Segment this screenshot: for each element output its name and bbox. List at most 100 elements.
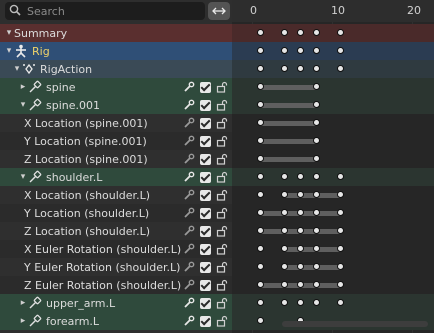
channel-row-chan[interactable]: Y Location (shoulder.L) [0, 204, 232, 222]
keyframe-point[interactable] [257, 209, 264, 216]
keyframe-point[interactable] [297, 65, 304, 72]
channel-row-summary[interactable]: ▾ Summary [0, 24, 232, 42]
keyframe-point[interactable] [257, 137, 264, 144]
keyframe-point[interactable] [313, 155, 320, 162]
lock-icon[interactable] [216, 225, 228, 237]
modifier-wrench-icon[interactable] [183, 153, 195, 165]
keyframe-point[interactable] [337, 263, 344, 270]
lock-icon[interactable] [216, 243, 228, 255]
channel-row-group[interactable]: ▸ forearm.L [0, 312, 232, 330]
channel-row-chan[interactable]: X Location (shoulder.L) [0, 186, 232, 204]
keyframe-point[interactable] [297, 299, 304, 306]
keyframe-point[interactable] [281, 299, 288, 306]
mute-checkbox[interactable] [200, 189, 211, 201]
keyframe-row[interactable] [232, 258, 434, 276]
expand-toggle-icon[interactable]: ▾ [12, 64, 22, 74]
keyframe-point[interactable] [281, 173, 288, 180]
hold-bar[interactable] [284, 247, 340, 252]
keyframe-point[interactable] [313, 47, 320, 54]
keyframe-point[interactable] [337, 47, 344, 54]
keyframe-point[interactable] [297, 173, 304, 180]
channel-row-chan[interactable]: Z Euler Rotation (shoulder.L) [0, 276, 232, 294]
channel-row-chan[interactable]: Z Location (spine.001) [0, 150, 232, 168]
keyframe-point[interactable] [257, 47, 264, 54]
search-box[interactable] [5, 2, 205, 20]
channel-row-action[interactable]: ▾ RigAction [0, 60, 232, 78]
keyframe-point[interactable] [281, 263, 288, 270]
keyframe-point[interactable] [257, 119, 264, 126]
keyframe-point[interactable] [313, 209, 320, 216]
mute-checkbox[interactable] [200, 243, 211, 255]
expand-toggle-icon[interactable]: ▾ [4, 46, 14, 56]
mute-checkbox[interactable] [200, 315, 211, 327]
modifier-wrench-icon[interactable] [183, 135, 195, 147]
lock-icon[interactable] [216, 279, 228, 291]
keyframe-point[interactable] [281, 245, 288, 252]
channel-row-group[interactable]: ▾ spine.001 [0, 96, 232, 114]
keyframe-row[interactable] [232, 294, 434, 312]
keyframe-point[interactable] [297, 47, 304, 54]
keyframe-point[interactable] [281, 227, 288, 234]
hold-bar[interactable] [260, 157, 316, 162]
keyframe-point[interactable] [313, 227, 320, 234]
expand-toggle-icon[interactable]: ▾ [18, 100, 28, 110]
mute-checkbox[interactable] [200, 171, 211, 183]
modifier-wrench-icon[interactable] [183, 261, 195, 273]
keyframe-point[interactable] [257, 155, 264, 162]
hold-bar[interactable] [260, 121, 316, 126]
keyframe-point[interactable] [297, 281, 304, 288]
channel-row-chan[interactable]: Z Location (shoulder.L) [0, 222, 232, 240]
modifier-wrench-icon[interactable] [183, 243, 195, 255]
keyframe-point[interactable] [297, 263, 304, 270]
lock-icon[interactable] [216, 99, 228, 111]
keyframe-point[interactable] [281, 209, 288, 216]
keyframe-point[interactable] [281, 191, 288, 198]
keyframe-point[interactable] [337, 227, 344, 234]
keyframe-point[interactable] [257, 29, 264, 36]
hold-bar[interactable] [260, 103, 316, 108]
keyframe-point[interactable] [257, 101, 264, 108]
lock-icon[interactable] [216, 189, 228, 201]
modifier-wrench-icon[interactable] [183, 297, 195, 309]
mute-checkbox[interactable] [200, 99, 211, 111]
horizontal-scrollbar[interactable] [282, 321, 428, 327]
modifier-wrench-icon[interactable] [183, 171, 195, 183]
keyframe-point[interactable] [313, 245, 320, 252]
mute-checkbox[interactable] [200, 117, 211, 129]
keyframe-row[interactable] [232, 276, 434, 294]
keyframe-point[interactable] [313, 173, 320, 180]
lock-icon[interactable] [216, 261, 228, 273]
channel-row-chan[interactable]: Y Euler Rotation (shoulder.L) [0, 258, 232, 276]
keyframe-point[interactable] [337, 173, 344, 180]
keyframe-point[interactable] [281, 65, 288, 72]
keyframe-point[interactable] [257, 299, 264, 306]
keyframe-row[interactable] [232, 204, 434, 222]
keyframe-point[interactable] [257, 65, 264, 72]
mute-checkbox[interactable] [200, 81, 211, 93]
channel-row-group[interactable]: ▸ upper_arm.L [0, 294, 232, 312]
keyframe-row[interactable] [232, 114, 434, 132]
keyframe-point[interactable] [337, 245, 344, 252]
modifier-wrench-icon[interactable] [183, 189, 195, 201]
expand-toggle-icon[interactable]: ▸ [18, 298, 28, 308]
keyframe-point[interactable] [313, 65, 320, 72]
keyframe-point[interactable] [281, 281, 288, 288]
frame-ruler[interactable]: 0 10 20 [232, 0, 434, 22]
modifier-wrench-icon[interactable] [183, 315, 195, 327]
keyframe-point[interactable] [257, 173, 264, 180]
modifier-wrench-icon[interactable] [183, 279, 195, 291]
keyframe-row[interactable] [232, 186, 434, 204]
keyframe-point[interactable] [297, 227, 304, 234]
keyframe-row[interactable] [232, 24, 434, 42]
mute-checkbox[interactable] [200, 279, 211, 291]
keyframe-point[interactable] [337, 281, 344, 288]
modifier-wrench-icon[interactable] [183, 207, 195, 219]
keyframe-point[interactable] [337, 65, 344, 72]
keyframe-point[interactable] [313, 281, 320, 288]
hold-bar[interactable] [260, 139, 316, 144]
mute-checkbox[interactable] [200, 135, 211, 147]
lock-icon[interactable] [216, 117, 228, 129]
expand-toggle-icon[interactable]: ▾ [4, 28, 14, 38]
keyframe-row[interactable] [232, 168, 434, 186]
lock-icon[interactable] [216, 297, 228, 309]
